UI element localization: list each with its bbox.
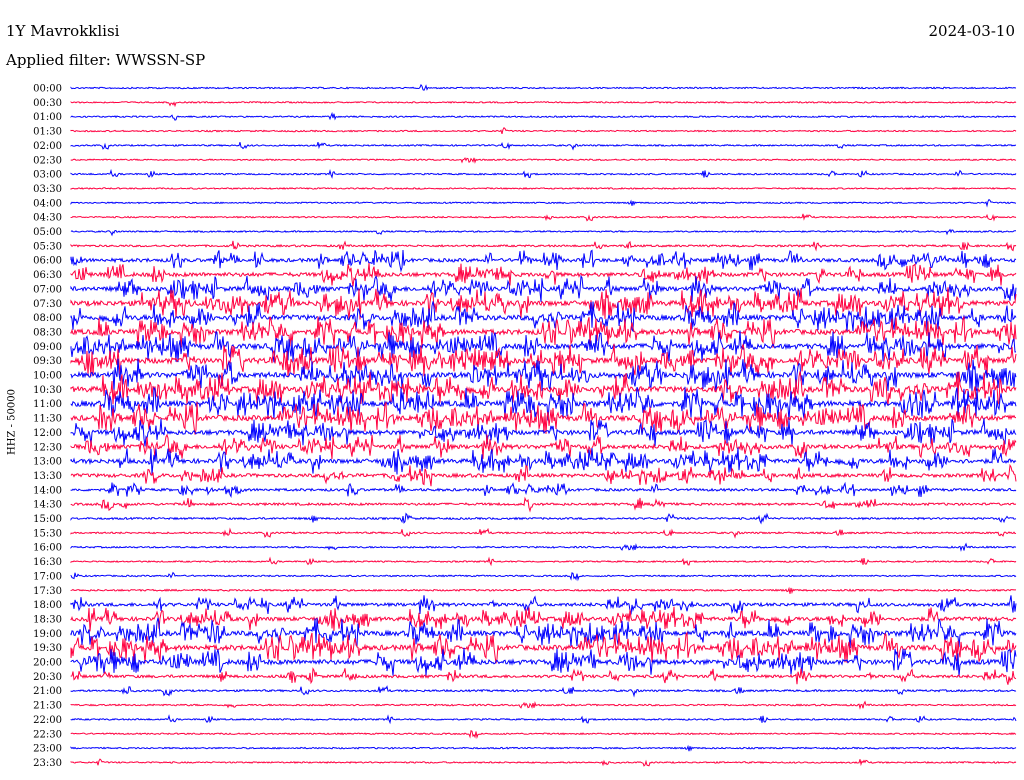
row-time-label: 11:00 xyxy=(33,399,62,410)
row-time-label: 10:00 xyxy=(33,371,62,382)
trace-line xyxy=(70,168,1017,179)
row-time-label: 19:30 xyxy=(33,643,62,654)
trace-line xyxy=(70,542,1017,552)
trace-line xyxy=(70,263,1017,287)
trace-line xyxy=(70,512,1017,525)
row-time-label: 03:30 xyxy=(33,184,62,195)
row-time-label: 03:00 xyxy=(33,170,62,181)
trace-line xyxy=(70,481,1017,499)
row-time-label: 20:00 xyxy=(33,658,62,669)
row-time-label: 22:30 xyxy=(33,729,62,740)
row-time-label: 15:00 xyxy=(33,514,62,525)
row-time-label: 08:30 xyxy=(33,327,62,338)
trace-line xyxy=(70,714,1017,725)
row-time-label: 19:00 xyxy=(33,629,62,640)
row-time-label: 02:30 xyxy=(33,155,62,166)
trace-line xyxy=(70,401,1016,435)
row-time-label: 18:30 xyxy=(33,614,62,625)
trace-line xyxy=(70,700,1017,710)
trace-line xyxy=(70,111,1017,121)
helicorder-plot: 00:00 00:30 01:00 01:30 02:00 02:30 03:00 03:30… xyxy=(33,83,1017,769)
row-time-label: 12:30 xyxy=(33,442,62,453)
trace-line xyxy=(70,249,1017,273)
row-time-label: 18:00 xyxy=(33,600,62,611)
row-time-label: 17:30 xyxy=(33,586,62,597)
row-time-label: 12:00 xyxy=(33,428,62,439)
trace-line xyxy=(70,157,1017,164)
trace-line xyxy=(70,586,1017,595)
trace-line xyxy=(70,240,1017,252)
trace-line xyxy=(70,667,1017,685)
row-time-label: 13:30 xyxy=(33,471,62,482)
row-time-label: 07:00 xyxy=(33,284,62,295)
row-time-label: 00:00 xyxy=(33,84,62,95)
trace-line xyxy=(70,358,1017,393)
trace-line xyxy=(70,556,1017,567)
row-time-label: 05:00 xyxy=(33,227,62,238)
row-time-label: 17:00 xyxy=(33,571,62,582)
trace-line xyxy=(70,571,1017,582)
row-time-label: 09:30 xyxy=(33,356,62,367)
row-time-label: 21:30 xyxy=(33,701,62,712)
row-time-label: 23:30 xyxy=(33,758,62,769)
row-time-label: 11:30 xyxy=(33,414,62,425)
row-time-label: 21:00 xyxy=(33,686,62,697)
trace-line xyxy=(70,274,1017,302)
row-time-label: 16:00 xyxy=(33,543,62,554)
trace-line xyxy=(70,617,1017,648)
row-time-label: 04:30 xyxy=(33,213,62,224)
row-time-label: 01:00 xyxy=(33,112,62,123)
row-time-label: 10:30 xyxy=(33,385,62,396)
row-time-label: 15:30 xyxy=(33,528,62,539)
row-time-label: 23:00 xyxy=(33,744,62,755)
row-time-label: 00:30 xyxy=(33,98,62,109)
trace-line xyxy=(70,496,1017,513)
trace-line xyxy=(70,647,1017,677)
row-time-label: 02:00 xyxy=(33,141,62,152)
row-time-label: 06:00 xyxy=(33,256,62,267)
row-time-label: 09:00 xyxy=(33,342,62,353)
row-label-group: 00:00 00:30 01:00 01:30 02:00 02:30 03:00 03:30… xyxy=(33,84,62,769)
trace-line xyxy=(70,527,1017,539)
row-time-label: 01:30 xyxy=(33,127,62,138)
trace-line xyxy=(70,685,1017,698)
trace-line xyxy=(70,744,1017,752)
row-time-label: 20:30 xyxy=(33,672,62,683)
trace-line xyxy=(70,213,1017,222)
row-time-label: 05:30 xyxy=(33,241,62,252)
row-time-label: 04:00 xyxy=(33,198,62,209)
trace-line xyxy=(70,729,1017,740)
trace-line xyxy=(70,758,1017,767)
row-time-label: 07:30 xyxy=(33,299,62,310)
trace-line xyxy=(70,83,1017,91)
row-time-label: 16:30 xyxy=(33,557,62,568)
trace-group xyxy=(70,83,1017,767)
row-time-label: 22:00 xyxy=(33,715,62,726)
row-time-label: 14:00 xyxy=(33,485,62,496)
trace-line xyxy=(70,343,1017,378)
row-time-label: 14:30 xyxy=(33,500,62,511)
trace-line xyxy=(70,187,1017,190)
trace-line xyxy=(70,228,1016,237)
row-time-label: 13:00 xyxy=(33,457,62,468)
trace-line xyxy=(70,463,1017,487)
trace-line xyxy=(70,141,1017,151)
row-time-label: 08:00 xyxy=(33,313,62,324)
row-time-label: 06:30 xyxy=(33,270,62,281)
trace-line xyxy=(70,198,1017,208)
trace-line xyxy=(70,127,1017,135)
trace-line xyxy=(70,100,1017,108)
